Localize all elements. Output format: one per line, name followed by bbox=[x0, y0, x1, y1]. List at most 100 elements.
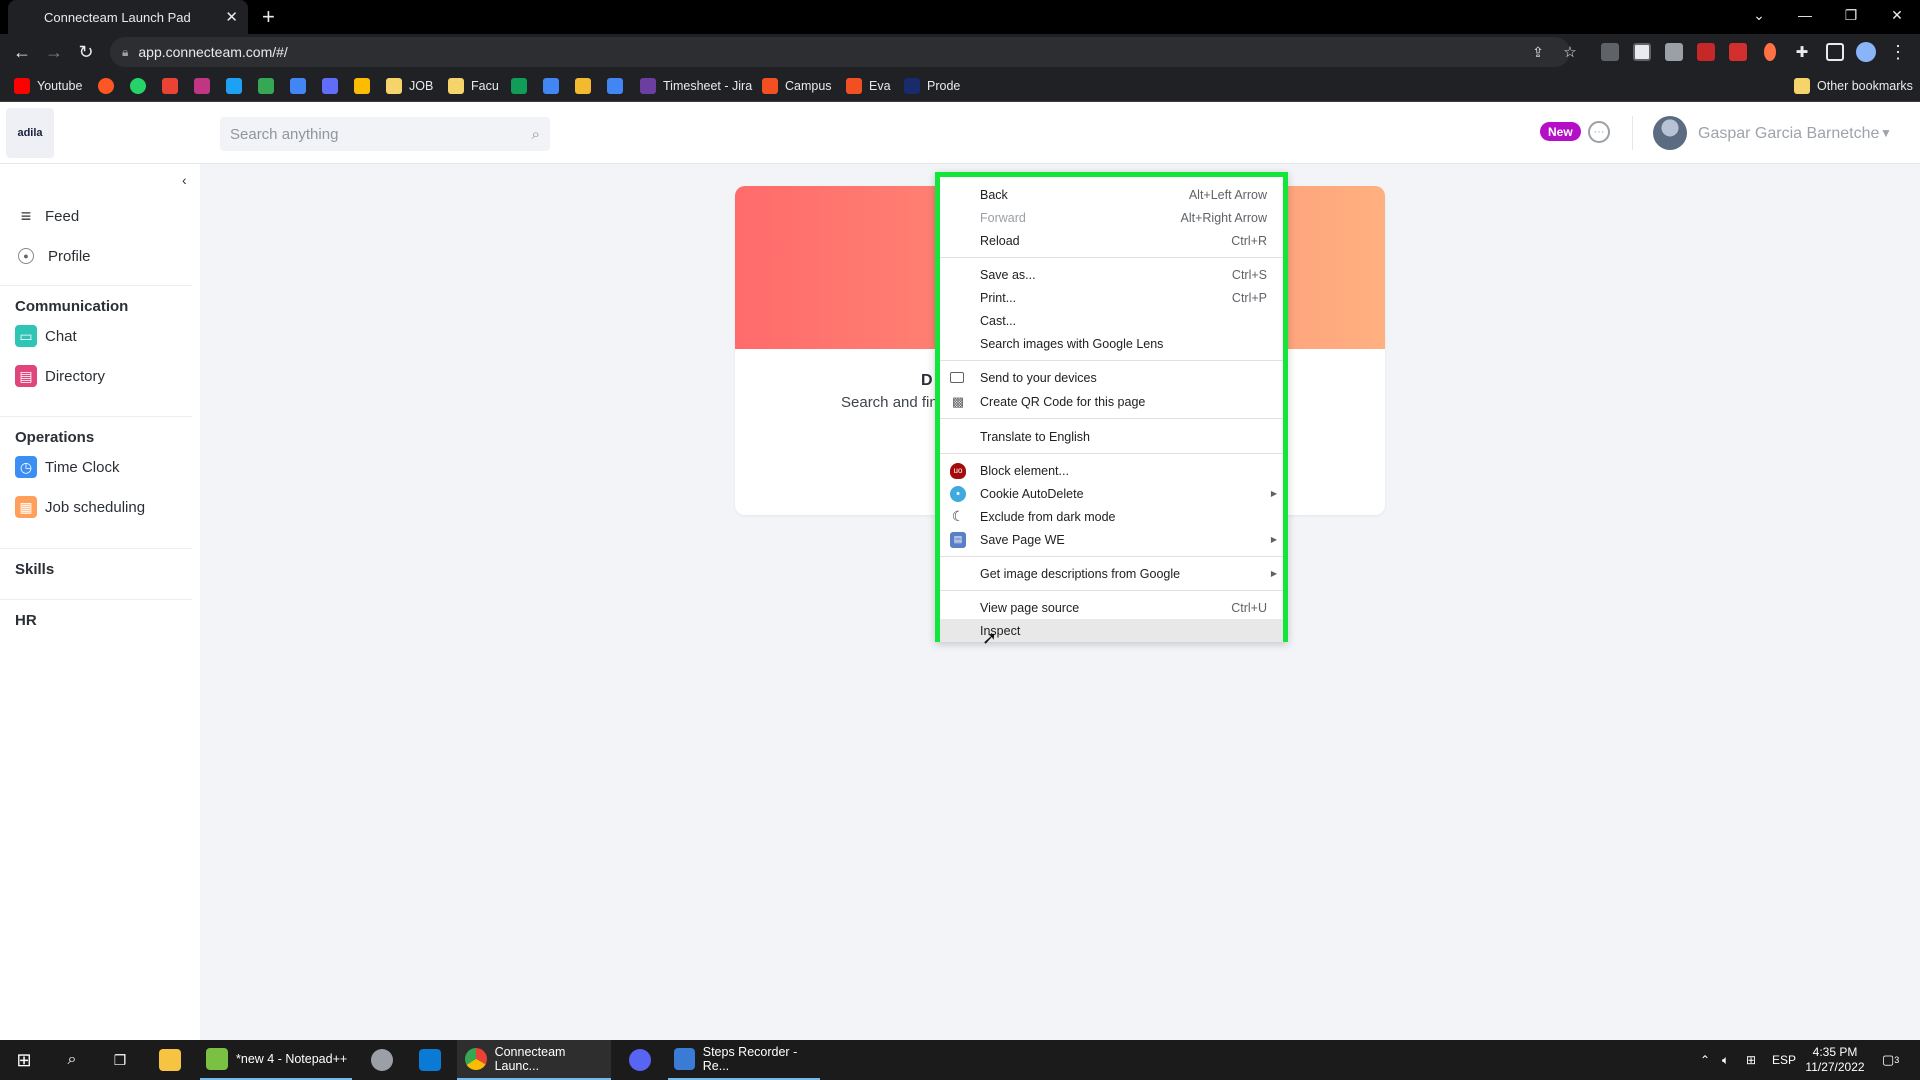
section-heading-hr[interactable]: HR bbox=[15, 612, 37, 629]
profile-avatar-icon[interactable] bbox=[1856, 42, 1876, 62]
search-icon[interactable]: ⌕ bbox=[60, 1040, 84, 1080]
bookmark-sheets[interactable] bbox=[511, 77, 534, 95]
menu-separator bbox=[940, 556, 1283, 557]
minimize-button[interactable]: — bbox=[1782, 0, 1828, 30]
extension-icon[interactable] bbox=[1633, 43, 1651, 61]
extension-icon[interactable] bbox=[1601, 43, 1619, 61]
bookmark-timesheet-jira[interactable]: Timesheet - Jira bbox=[640, 77, 752, 95]
close-window-button[interactable]: ✕ bbox=[1874, 0, 1920, 30]
sidebar-item-profile[interactable]: ● Profile bbox=[15, 244, 91, 268]
extension-icon[interactable] bbox=[1729, 43, 1747, 61]
vscode-icon[interactable] bbox=[416, 1040, 444, 1080]
bookmark-eva[interactable]: Eva bbox=[846, 77, 891, 95]
discord-icon[interactable] bbox=[626, 1040, 654, 1080]
save-page-icon: ▤ bbox=[950, 531, 966, 548]
menu-item-save-page-we[interactable]: ▤ Save Page WE ▶ bbox=[940, 528, 1283, 551]
menu-separator bbox=[940, 453, 1283, 454]
menu-item-label: Print... bbox=[980, 290, 1017, 305]
menu-item-view-source[interactable]: View page source Ctrl+U bbox=[940, 596, 1283, 619]
bookmark-gmail[interactable] bbox=[162, 77, 185, 95]
extension-icon[interactable] bbox=[1665, 43, 1683, 61]
user-name[interactable]: Gaspar Garcia Barnetche bbox=[1698, 125, 1879, 143]
bookmark-reddit[interactable] bbox=[98, 77, 121, 95]
taskbar-item-notepad[interactable]: *new 4 - Notepad++ bbox=[200, 1040, 352, 1080]
menu-item-exclude-dark-mode[interactable]: ☾ Exclude from dark mode bbox=[940, 505, 1283, 528]
folder-icon bbox=[448, 78, 464, 94]
menu-item-block-element[interactable]: uo Block element... bbox=[940, 459, 1283, 482]
ublock-extension-icon[interactable] bbox=[1697, 43, 1715, 61]
whatsapp-icon bbox=[130, 78, 146, 94]
menu-item-send-to-devices[interactable]: Send to your devices bbox=[940, 366, 1283, 389]
menu-item-save-as[interactable]: Save as... Ctrl+S bbox=[940, 263, 1283, 286]
bookmark-binance[interactable] bbox=[575, 77, 598, 95]
menu-item-forward[interactable]: Forward Alt+Right Arrow bbox=[940, 206, 1283, 229]
new-badge[interactable]: New bbox=[1540, 122, 1581, 141]
bookmark-youtube[interactable]: Youtube bbox=[14, 77, 82, 95]
chevron-down-icon[interactable]: ▼ bbox=[1880, 126, 1892, 140]
windows-start-icon[interactable]: ⊞ bbox=[12, 1040, 36, 1080]
bookmark-instagram[interactable] bbox=[194, 77, 217, 95]
taskbar-item-chrome[interactable]: Connecteam Launc... bbox=[457, 1040, 611, 1080]
bookmark-campus[interactable]: Campus bbox=[762, 77, 832, 95]
bookmark-star-icon[interactable]: ☆ bbox=[1558, 40, 1582, 64]
search-input[interactable]: Search anything ⌕ bbox=[220, 117, 550, 151]
bookmark-whatsapp[interactable] bbox=[130, 77, 153, 95]
notifications-icon[interactable]: ▢ 3 bbox=[1882, 1040, 1899, 1080]
tab-close-icon[interactable]: ✕ bbox=[225, 8, 238, 26]
collapse-sidebar-icon[interactable]: ‹ bbox=[182, 172, 187, 188]
bookmark-facu[interactable]: Facu bbox=[448, 77, 499, 95]
bookmark-keep[interactable] bbox=[354, 77, 377, 95]
menu-item-cookie-autodelete[interactable]: • Cookie AutoDelete ▶ bbox=[940, 482, 1283, 505]
bookmark-twitter[interactable] bbox=[226, 77, 249, 95]
chat-bubble-icon[interactable]: ··· bbox=[1588, 121, 1610, 143]
menu-item-back[interactable]: Back Alt+Left Arrow bbox=[940, 183, 1283, 206]
other-bookmarks[interactable]: Other bookmarks bbox=[1794, 77, 1913, 95]
task-view-icon[interactable]: ❐ bbox=[108, 1040, 132, 1080]
language-indicator[interactable]: ESP bbox=[1772, 1040, 1796, 1080]
menu-item-image-descriptions[interactable]: Get image descriptions from Google ▶ bbox=[940, 562, 1283, 585]
taskbar-item-steps-recorder[interactable]: Steps Recorder - Re... bbox=[668, 1040, 820, 1080]
sidebar-item-chat[interactable]: ▭ Chat bbox=[15, 324, 77, 348]
bookmark-docs[interactable] bbox=[543, 77, 566, 95]
bookmark-calendar[interactable] bbox=[607, 77, 630, 95]
bookmark-app[interactable] bbox=[290, 77, 313, 95]
back-button[interactable]: ← bbox=[10, 40, 34, 64]
menu-item-qr-code[interactable]: ▩ Create QR Code for this page bbox=[940, 390, 1283, 413]
tray-chevron-icon[interactable]: ⌃ bbox=[1700, 1040, 1710, 1080]
share-icon[interactable]: ⇪ bbox=[1526, 40, 1550, 64]
menu-item-cast[interactable]: Cast... bbox=[940, 309, 1283, 332]
reload-button[interactable]: ↻ bbox=[74, 40, 98, 64]
company-logo[interactable]: adila bbox=[6, 108, 54, 158]
sidebar-item-time-clock[interactable]: ◷ Time Clock bbox=[15, 455, 119, 479]
extensions-puzzle-icon[interactable]: ✚ bbox=[1790, 40, 1814, 64]
menu-item-print[interactable]: Print... Ctrl+P bbox=[940, 286, 1283, 309]
network-icon[interactable]: ⊞ bbox=[1746, 1040, 1756, 1080]
menu-item-translate[interactable]: Translate to English bbox=[940, 425, 1283, 448]
forward-button[interactable]: → bbox=[42, 40, 66, 64]
browser-tab[interactable]: Connecteam Launch Pad ✕ bbox=[8, 0, 248, 34]
sidebar-item-feed[interactable]: ≡ Feed bbox=[15, 204, 79, 228]
side-panel-icon[interactable] bbox=[1826, 43, 1844, 61]
new-tab-button[interactable]: + bbox=[262, 6, 275, 28]
section-heading-skills[interactable]: Skills bbox=[15, 561, 54, 578]
menu-item-google-lens[interactable]: Search images with Google Lens bbox=[940, 332, 1283, 355]
sidebar-divider bbox=[0, 416, 192, 417]
menu-item-reload[interactable]: Reload Ctrl+R bbox=[940, 229, 1283, 252]
avatar[interactable] bbox=[1653, 116, 1687, 150]
taskbar-app-icon[interactable] bbox=[368, 1040, 396, 1080]
chrome-menu-icon[interactable]: ⋮ bbox=[1886, 40, 1910, 64]
bookmark-drive[interactable] bbox=[258, 77, 281, 95]
tab-search-icon[interactable]: ⌄ bbox=[1736, 0, 1782, 30]
sidebar-item-job-scheduling[interactable]: ▦ Job scheduling bbox=[15, 495, 145, 519]
extension-icon[interactable] bbox=[1764, 43, 1776, 61]
restore-button[interactable]: ❐ bbox=[1828, 0, 1874, 30]
sidebar-item-directory[interactable]: ▤ Directory bbox=[15, 364, 105, 388]
address-bar[interactable]: 🔒︎ app.connecteam.com/#/ bbox=[110, 37, 1570, 67]
bookmark-prode[interactable]: Prode bbox=[904, 77, 960, 95]
file-explorer-icon[interactable] bbox=[158, 1040, 182, 1080]
binance-icon bbox=[575, 78, 591, 94]
bookmark-slack[interactable] bbox=[322, 77, 345, 95]
system-clock[interactable]: 4:35 PM 11/27/2022 bbox=[1800, 1045, 1870, 1075]
volume-icon[interactable]: 🔈︎ bbox=[1722, 1040, 1729, 1080]
bookmark-job[interactable]: JOB bbox=[386, 77, 433, 95]
